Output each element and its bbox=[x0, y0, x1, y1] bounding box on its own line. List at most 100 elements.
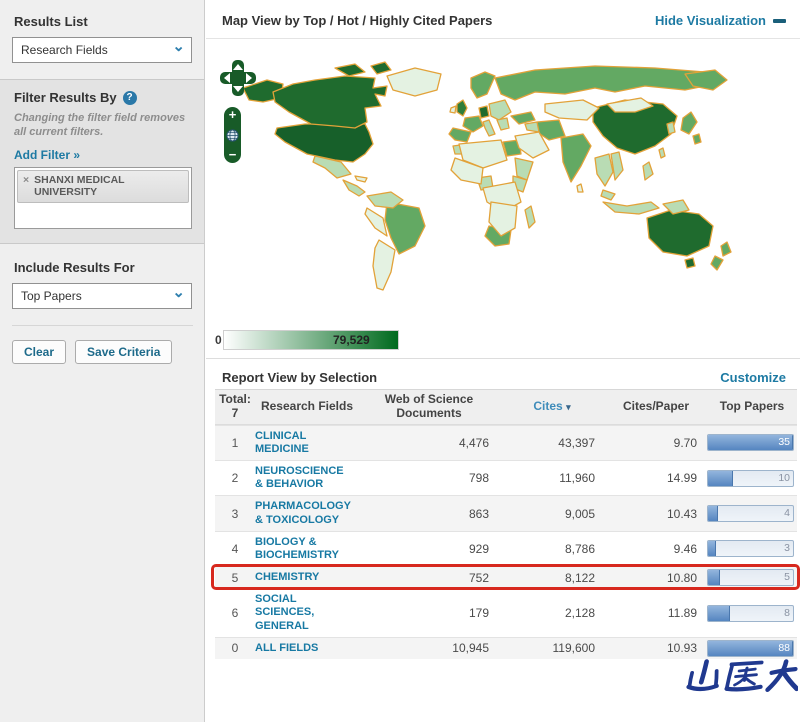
map-legend: 0 79,529 bbox=[215, 330, 415, 350]
table-row: 2 NEUROSCIENCE & BEHAVIOR 798 11,960 14.99 10 bbox=[215, 459, 797, 495]
table-body: 1 CLINICAL MEDICINE 4,476 43,397 9.70 35 2 NEUR… bbox=[211, 424, 800, 660]
cites-per-paper-value: 14.99 bbox=[666, 471, 697, 486]
top-papers-bar-fill bbox=[708, 570, 720, 586]
rank-cell: 3 bbox=[231, 506, 239, 521]
world-map-svg bbox=[242, 61, 732, 291]
research-field-link[interactable]: CHEMISTRY bbox=[255, 567, 351, 588]
top-papers-value: 5 bbox=[784, 571, 790, 584]
top-papers-bar-fill bbox=[708, 605, 731, 621]
help-icon[interactable]: ? bbox=[122, 90, 137, 105]
research-field-link[interactable]: PHARMACOLOGY & TOXICOLOGY bbox=[255, 496, 351, 530]
rank-cell: 2 bbox=[231, 471, 239, 486]
results-list-dropdown[interactable]: Research Fields ⌄ bbox=[12, 37, 192, 63]
top-papers-bar: 4 bbox=[707, 505, 794, 523]
top-papers-cell: 4 bbox=[707, 505, 797, 523]
pan-cross-icon bbox=[220, 60, 256, 96]
country-australia bbox=[646, 209, 714, 257]
cites-value: 43,397 bbox=[558, 435, 595, 450]
cites-per-paper-value: 10.43 bbox=[666, 506, 697, 521]
country-madagascar bbox=[524, 205, 536, 229]
country-russia bbox=[494, 65, 716, 101]
collapse-minus-icon bbox=[773, 18, 786, 23]
country-uk bbox=[456, 99, 468, 117]
legend-max-value: 79,529 bbox=[333, 333, 370, 347]
customize-link[interactable]: Customize bbox=[720, 370, 786, 385]
country-germany bbox=[478, 105, 490, 119]
country-japan bbox=[680, 111, 698, 135]
main-content: Map View by Top / Hot / Highly Cited Pap… bbox=[206, 0, 800, 722]
cites-value: 8,122 bbox=[564, 570, 595, 585]
add-filter-link[interactable]: Add Filter » bbox=[14, 148, 80, 162]
research-field-link[interactable]: SOCIAL SCIENCES, GENERAL bbox=[255, 589, 351, 637]
cites-value: 11,960 bbox=[559, 471, 595, 486]
results-list-heading: Results List bbox=[14, 14, 88, 29]
save-criteria-button[interactable]: Save Criteria bbox=[75, 339, 173, 364]
clear-button[interactable]: Clear bbox=[12, 339, 67, 364]
column-header-cites[interactable]: Cites ▾ bbox=[499, 397, 605, 417]
table-row: 6 SOCIAL SCIENCES, GENERAL 179 2,128 11.89 8 bbox=[215, 588, 797, 637]
results-table: Total: 7 Research Fields Web of Science D… bbox=[211, 389, 800, 660]
watermark-shanyida bbox=[682, 656, 800, 714]
country-brazil bbox=[384, 201, 426, 255]
filter-results-heading: Filter Results By bbox=[14, 90, 117, 105]
country-italy bbox=[482, 119, 496, 137]
zoom-in-icon[interactable]: + bbox=[229, 108, 237, 121]
criteria-buttons: Clear Save Criteria bbox=[12, 324, 193, 364]
research-field-link[interactable]: CLINICAL MEDICINE bbox=[255, 426, 351, 460]
top-papers-bar: 10 bbox=[707, 469, 794, 487]
country-france bbox=[462, 115, 484, 133]
zoom-out-icon[interactable]: − bbox=[229, 148, 237, 161]
country-new-zealand bbox=[720, 241, 732, 257]
cites-per-paper-value: 10.80 bbox=[666, 570, 697, 585]
wos-documents-value: 10,945 bbox=[452, 641, 489, 656]
world-map[interactable]: + − bbox=[215, 50, 800, 328]
watermark-glyphs bbox=[686, 659, 800, 693]
cites-value: 2,128 bbox=[564, 606, 595, 621]
filter-chip-shanxi-medical-university[interactable]: × SHANXI MEDICAL UNIVERSITY bbox=[17, 169, 189, 203]
research-field-link[interactable]: NEUROSCIENCE & BEHAVIOR bbox=[255, 461, 351, 495]
top-papers-value: 4 bbox=[784, 507, 790, 520]
research-field-link[interactable]: BIOLOGY & BIOCHEMISTRY bbox=[255, 532, 351, 566]
top-papers-value: 3 bbox=[784, 542, 790, 555]
top-papers-bar: 35 bbox=[707, 434, 794, 452]
filter-panel: Filter Results By ? Changing the filter … bbox=[0, 79, 204, 244]
column-header-research-fields: Research Fields bbox=[260, 398, 354, 413]
top-papers-cell: 3 bbox=[707, 540, 797, 558]
rank-cell: 5 bbox=[231, 570, 239, 585]
column-header-wos-documents: Web of Science Documents bbox=[384, 392, 474, 420]
table-row: 5 CHEMISTRY 752 8,122 10.80 5 bbox=[211, 564, 800, 591]
country-usa bbox=[274, 123, 374, 163]
cites-per-paper-value: 9.46 bbox=[673, 541, 697, 556]
map-zoom-control[interactable]: + − bbox=[224, 107, 241, 163]
top-papers-bar-fill bbox=[708, 506, 719, 522]
country-indonesia bbox=[602, 201, 660, 215]
top-papers-cell: 10 bbox=[707, 469, 797, 487]
map-view-title: Map View by Top / Hot / Highly Cited Pap… bbox=[222, 13, 493, 28]
country-india bbox=[560, 133, 592, 183]
research-field-link[interactable]: ALL FIELDS bbox=[255, 638, 351, 659]
rank-cell: 6 bbox=[231, 606, 239, 621]
active-filter-listbox: × SHANXI MEDICAL UNIVERSITY bbox=[14, 166, 192, 229]
top-papers-bar: 88 bbox=[707, 639, 794, 657]
top-papers-value: 35 bbox=[778, 436, 790, 449]
top-papers-value: 8 bbox=[784, 606, 790, 619]
include-results-dropdown[interactable]: Top Papers ⌄ bbox=[12, 282, 192, 309]
top-papers-cell: 5 bbox=[707, 569, 797, 587]
country-greenland bbox=[386, 67, 442, 97]
table-row: 4 BIOLOGY & BIOCHEMISTRY 929 8,786 9.46 3 bbox=[215, 530, 797, 566]
wos-documents-value: 179 bbox=[468, 606, 489, 621]
remove-filter-icon[interactable]: × bbox=[23, 174, 29, 199]
column-header-top-papers: Top Papers bbox=[719, 398, 785, 413]
wos-documents-value: 929 bbox=[468, 541, 489, 556]
top-papers-bar-fill bbox=[708, 470, 733, 486]
cites-per-paper-value: 9.70 bbox=[673, 435, 697, 450]
rank-cell: 1 bbox=[231, 435, 239, 450]
hide-visualization-link[interactable]: Hide Visualization bbox=[655, 13, 786, 28]
include-results-selected-value: Top Papers bbox=[21, 288, 82, 303]
globe-icon[interactable] bbox=[226, 128, 239, 142]
top-papers-cell: 8 bbox=[707, 604, 797, 622]
sidebar: Results List Research Fields ⌄ Filter Re… bbox=[0, 0, 205, 722]
table-header-row: Total: 7 Research Fields Web of Science D… bbox=[215, 389, 797, 425]
map-pan-control[interactable]: + − bbox=[220, 60, 256, 163]
wos-documents-value: 863 bbox=[468, 506, 489, 521]
